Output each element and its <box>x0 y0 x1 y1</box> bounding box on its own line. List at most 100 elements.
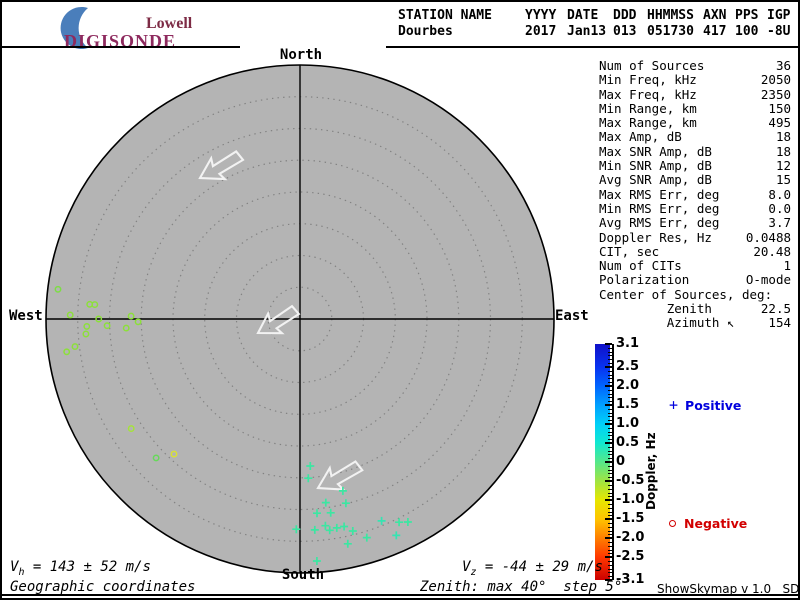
stats-value: 154 <box>768 316 791 330</box>
stats-value: 12 <box>776 159 791 173</box>
stats-label: Min Freq, kHz <box>599 73 697 87</box>
colorbar-major-tick <box>605 518 612 520</box>
colorbar-minor-tick <box>608 352 612 353</box>
coordinates-note: Geographic coordinates <box>10 579 195 595</box>
stats-label: Max RMS Err, deg <box>599 188 719 202</box>
stats-row: Max Freq, kHz2350 <box>599 88 791 102</box>
stats-label: Polarization <box>599 273 689 287</box>
colorbar-minor-tick <box>608 375 612 376</box>
colorbar-minor-tick <box>608 390 612 391</box>
station-value-row-col6: 100 <box>735 24 767 40</box>
colorbar-minor-tick <box>608 458 612 459</box>
stats-label: Avg RMS Err, deg <box>599 216 719 230</box>
vertical-velocity-readout: Vz = -44 ± 29 m/s <box>462 559 603 578</box>
colorbar-tick-label: 0.5 <box>616 435 639 450</box>
stats-value: 0.0488 <box>746 231 791 245</box>
station-info-table: STATION NAMEYYYYDATEDDDHHMMSSAXNPPSIGPDo… <box>398 8 795 40</box>
colorbar-major-tick <box>605 537 612 539</box>
lowell-digisonde-logo: Lowell DIGISONDE <box>2 2 252 50</box>
station-header-row: STATION NAMEYYYYDATEDDDHHMMSSAXNPPSIGP <box>398 8 795 24</box>
station-value-row-col5: 417 <box>703 24 735 40</box>
stats-row: Max RMS Err, deg 8.0 <box>599 188 791 202</box>
colorbar-minor-tick <box>608 523 612 524</box>
stats-value: 2050 <box>761 73 791 87</box>
colorbar-minor-tick <box>608 553 612 554</box>
stats-row: Avg SNR Amp, dB15 <box>599 173 791 187</box>
stats-row: Min SNR Amp, dB 12 <box>599 159 791 173</box>
plus-marker-icon: + <box>669 396 678 414</box>
stats-row: PolarizationO-mode <box>599 273 791 287</box>
colorbar-minor-tick <box>608 451 612 452</box>
stats-value: 495 <box>768 116 791 130</box>
stats-value: 1 <box>783 259 791 273</box>
stats-value: 2350 <box>761 88 791 102</box>
colorbar-minor-tick <box>608 561 612 562</box>
stats-value: 8.0 <box>768 188 791 202</box>
stats-label: Avg SNR Amp, dB <box>599 173 712 187</box>
stats-label: Azimuth ↖ <box>599 316 734 330</box>
colorbar-minor-tick <box>608 371 612 372</box>
colorbar-minor-tick <box>608 428 612 429</box>
colorbar-major-tick <box>605 556 612 558</box>
stats-value: 20.48 <box>753 245 791 259</box>
colorbar-minor-tick <box>608 515 612 516</box>
colorbar-minor-tick <box>608 512 612 513</box>
colorbar-minor-tick <box>608 550 612 551</box>
stats-label: Max Amp, dB <box>599 130 682 144</box>
zenith-range-note: Zenith: max 40° step 5° <box>420 579 622 595</box>
horizontal-velocity-readout: Vh = 143 ± 52 m/s <box>10 559 151 578</box>
colorbar-minor-tick <box>608 401 612 402</box>
colorbar-minor-tick <box>608 416 612 417</box>
colorbar-minor-tick <box>608 348 612 349</box>
colorbar-tick-label: -2.0 <box>616 530 644 545</box>
colorbar-minor-tick <box>608 466 612 467</box>
stats-label: Min SNR Amp, dB <box>599 159 712 173</box>
west-label: West <box>9 308 43 324</box>
station-header-row-col5: AXN <box>703 8 735 24</box>
colorbar-minor-tick <box>608 569 612 570</box>
station-header-row-col2: DATE <box>567 8 613 24</box>
legend-positive-label: Positive <box>685 398 741 413</box>
stats-value: 150 <box>768 102 791 116</box>
colorbar-tick-label: -1.5 <box>616 511 644 526</box>
stats-value: 18 <box>776 130 791 144</box>
showskymap-window: Lowell DIGISONDE STATION NAMEYYYYDATEDDD… <box>0 0 800 600</box>
station-value-row-col4: 051730 <box>647 24 703 40</box>
colorbar-title: Doppler, Hz <box>644 414 661 529</box>
stats-row: Max Amp, dB 18 <box>599 130 791 144</box>
stats-row: Min Range, km150 <box>599 102 791 116</box>
colorbar-tick-label: -1.0 <box>616 492 644 507</box>
colorbar-minor-tick <box>608 454 612 455</box>
stats-label: Max SNR Amp, dB <box>599 145 712 159</box>
colorbar-major-tick <box>605 366 612 368</box>
colorbar-minor-tick <box>608 397 612 398</box>
stats-label: CIT, sec <box>599 245 659 259</box>
colorbar-minor-tick <box>608 439 612 440</box>
colorbar-minor-tick <box>608 485 612 486</box>
colorbar-minor-tick <box>608 489 612 490</box>
colorbar-major-tick <box>605 423 612 425</box>
stats-value: 3.7 <box>768 216 791 230</box>
measurement-stats-panel: Num of Sources36Min Freq, kHz 2050Max Fre… <box>599 59 791 331</box>
stats-row: Center of Sources, deg: <box>599 288 791 302</box>
colorbar-major-tick <box>605 442 612 444</box>
colorbar-minor-tick <box>608 572 612 573</box>
north-label: North <box>272 47 330 63</box>
colorbar-tick-label: 2.0 <box>616 378 639 393</box>
colorbar-minor-tick <box>608 435 612 436</box>
stats-label: Num of Sources <box>599 59 704 73</box>
colorbar-minor-tick <box>608 382 612 383</box>
colorbar-minor-tick <box>608 409 612 410</box>
colorbar-minor-tick <box>608 432 612 433</box>
colorbar-minor-tick <box>608 496 612 497</box>
stats-row: Num of Sources36 <box>599 59 791 73</box>
colorbar-tick-label: 1.0 <box>616 416 639 431</box>
stats-label: Num of CITs <box>599 259 682 273</box>
colorbar-minor-tick <box>608 378 612 379</box>
colorbar-tick-label: 3.1 <box>616 336 639 351</box>
colorbar-minor-tick <box>608 447 612 448</box>
colorbar-major-tick <box>605 480 612 482</box>
colorbar-tick-label: 1.5 <box>616 397 639 412</box>
south-label: South <box>274 567 332 583</box>
legend-negative-label: Negative <box>684 516 747 531</box>
